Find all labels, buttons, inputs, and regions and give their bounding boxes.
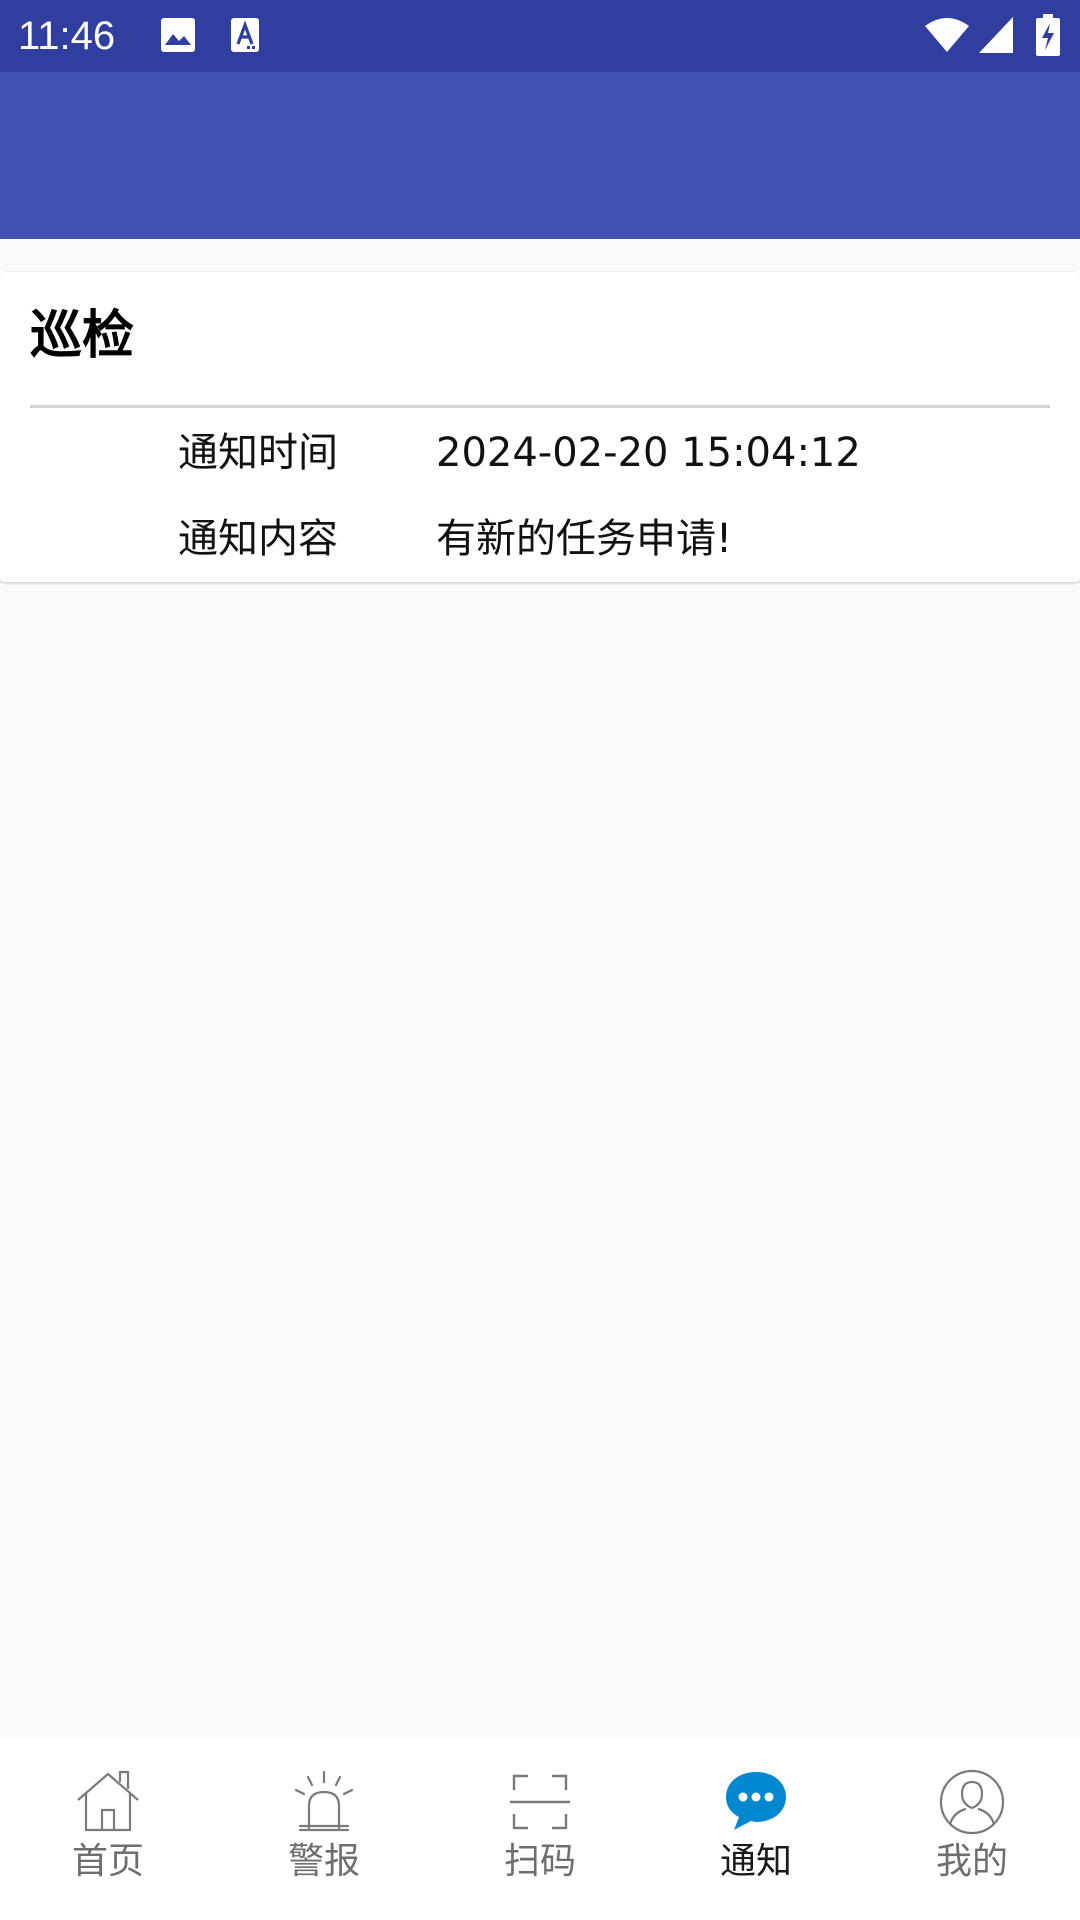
nav-label-notify: 通知 [719,1841,792,1882]
card-title: 巡检 [30,306,135,366]
notify-time-value: 2024-02-20 15:04:12 [436,430,861,476]
nav-label-scan: 扫码 [503,1841,576,1882]
chat-bubble-icon [722,1768,790,1836]
app-bar [0,72,1080,239]
nav-label-home: 首页 [71,1841,144,1882]
bottom-nav: 首页 警报 扫码 通知 我的 [0,1740,1080,1920]
text-a-icon [230,17,260,57]
wifi-icon [924,16,970,58]
notify-content-label: 通知内容 [178,516,338,562]
status-bar: 11:46 [0,0,1080,72]
nav-item-profile[interactable]: 我的 [864,1740,1080,1920]
home-icon [74,1768,142,1836]
image-icon [160,17,196,57]
nav-label-profile: 我的 [935,1841,1008,1882]
battery-charging-icon [1036,14,1060,60]
nav-item-alarm[interactable]: 警报 [216,1740,432,1920]
alarm-siren-icon [290,1768,358,1836]
nav-item-scan[interactable]: 扫码 [432,1740,648,1920]
card-divider [30,405,1050,408]
nav-item-home[interactable]: 首页 [0,1740,216,1920]
nav-item-notify[interactable]: 通知 [648,1740,864,1920]
nav-label-alarm: 警报 [287,1841,360,1882]
signal-icon [978,16,1014,58]
status-time: 11:46 [18,14,116,58]
notify-content-value: 有新的任务申请! [436,516,733,562]
user-icon [938,1768,1006,1836]
notify-time-label: 通知时间 [178,430,338,476]
scan-icon [506,1768,574,1836]
notification-card[interactable]: 巡检 通知时间 2024-02-20 15:04:12 通知内容 有新的任务申请… [0,272,1080,582]
